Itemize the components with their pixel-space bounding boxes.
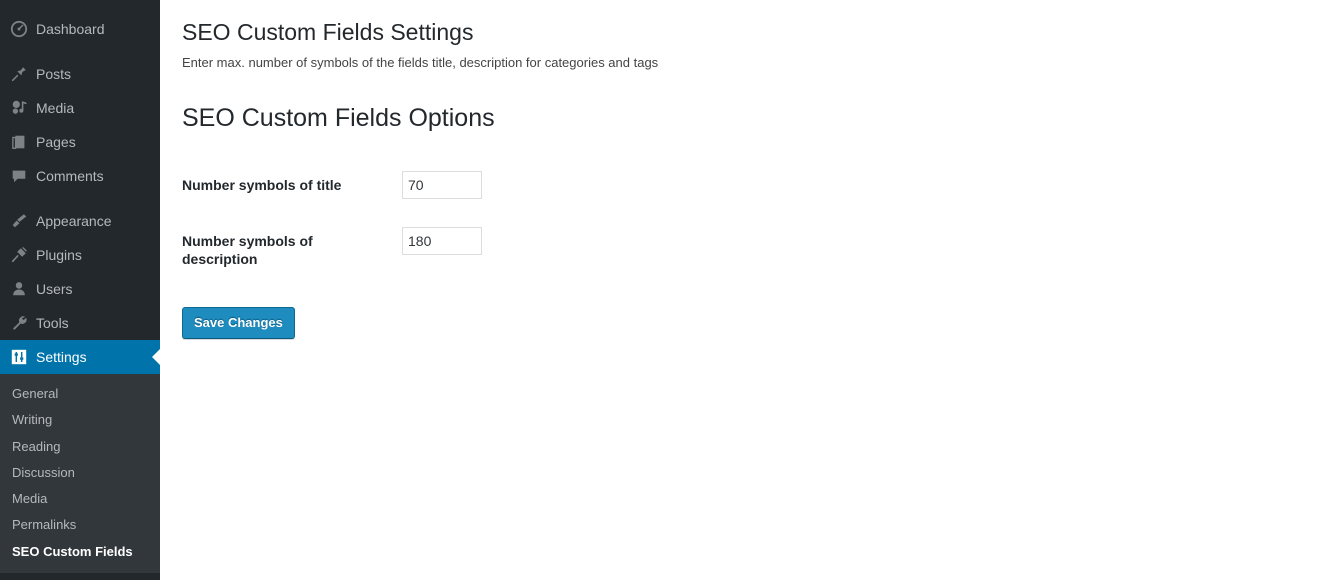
sidebar-item-plugins[interactable]: Plugins [0,238,160,272]
save-changes-button[interactable]: Save Changes [182,307,295,340]
sidebar-item-posts[interactable]: Posts [0,57,160,91]
admin-sidebar: Dashboard Posts Media Pages Comments App… [0,0,160,580]
sidebar-item-writing[interactable]: Writing [0,407,160,433]
sidebar-item-label: Appearance [36,213,112,229]
current-menu-arrow-icon [152,349,160,365]
sidebar-item-seo-custom-fields[interactable]: SEO Custom Fields [0,539,160,565]
sidebar-item-label: Media [36,100,75,116]
sidebar-item-reading[interactable]: Reading [0,434,160,460]
sidebar-item-label: Users [36,281,73,297]
sidebar-item-label: Dashboard [36,21,105,37]
appearance-brush-icon [9,211,29,231]
number-symbols-of-description-input[interactable] [402,226,482,255]
sidebar-item-label: Tools [36,315,69,331]
sidebar-item-media[interactable]: Media [0,91,160,125]
pages-icon [9,132,29,152]
field-cell-number-symbols-of-description [402,213,1282,287]
sidebar-item-general[interactable]: General [0,381,160,407]
sidebar-item-pages[interactable]: Pages [0,125,160,159]
tools-wrench-icon [9,313,29,333]
sidebar-item-permalinks[interactable]: Permalinks [0,512,160,538]
sidebar-item-label: Pages [36,134,76,150]
sidebar-item-label: Posts [36,66,72,82]
users-icon [9,279,29,299]
number-symbols-of-title-input[interactable] [402,170,482,199]
sidebar-item-discussion[interactable]: Discussion [0,460,160,486]
dashboard-icon [9,19,29,39]
field-cell-number-symbols-of-title [402,157,1282,213]
settings-page-wrap: SEO Custom Fields Settings Enter max. nu… [160,0,1331,340]
table-row: Number symbols of title [182,157,1282,213]
submit-row: Save Changes [182,287,1311,340]
sidebar-item-settings[interactable]: Settings [0,340,160,374]
field-label-number-symbols-of-title: Number symbols of title [182,176,342,193]
page-description: Enter max. number of symbols of the fiel… [182,54,659,70]
main-content: SEO Custom Fields Settings Enter max. nu… [160,0,1331,580]
sidebar-item-dashboard[interactable]: Dashboard [0,12,160,46]
sidebar-separator [0,46,160,57]
sidebar-item-tools[interactable]: Tools [0,306,160,340]
settings-form-table: Number symbols of title Number symbols o… [182,157,1282,288]
plugins-plug-icon [9,245,29,265]
sidebar-item-label: Settings [36,349,87,365]
section-title: SEO Custom Fields Options [182,104,495,133]
sidebar-item-comments[interactable]: Comments [0,159,160,193]
sidebar-separator [0,193,160,204]
sidebar-item-label: Comments [36,168,104,184]
media-icon [9,98,29,118]
table-row: Number symbols of description [182,213,1282,287]
sidebar-item-label: Plugins [36,247,82,263]
sidebar-item-users[interactable]: Users [0,272,160,306]
comments-icon [9,166,29,186]
sidebar-item-appearance[interactable]: Appearance [0,204,160,238]
sidebar-item-media-settings[interactable]: Media [0,486,160,512]
page-title: SEO Custom Fields Settings [182,19,474,45]
settings-submenu: General Writing Reading Discussion Media… [0,374,160,574]
settings-sliders-icon [9,347,29,367]
pin-icon [9,64,29,84]
field-label-number-symbols-of-description: Number symbols of description [182,232,313,267]
